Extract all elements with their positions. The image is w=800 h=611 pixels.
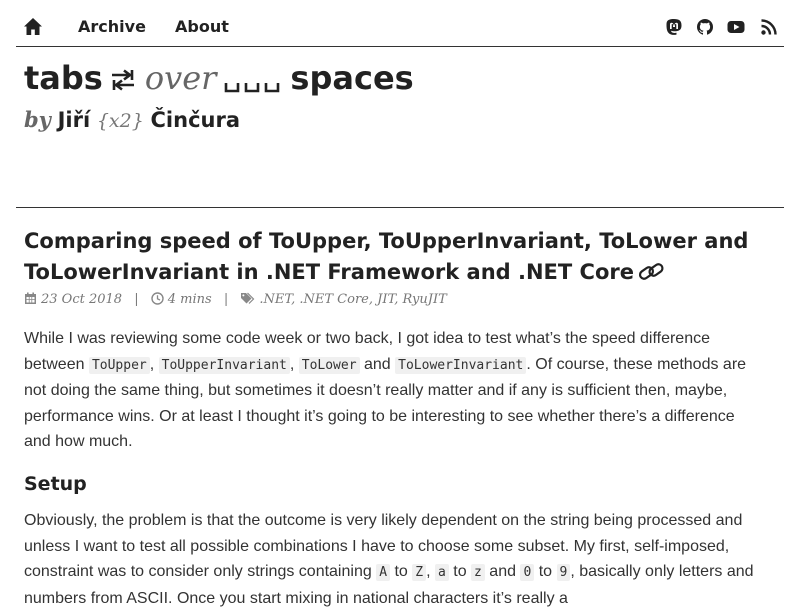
site-byline: by Jiří {x2} Činčura: [24, 107, 240, 132]
byline-by: by: [24, 107, 51, 132]
setup-paragraph: Obviously, the problem is that the outco…: [24, 508, 764, 611]
code-0: 0: [520, 564, 535, 581]
tags-icon: [241, 292, 255, 304]
meta-separator: |: [134, 292, 139, 307]
code-9: 9: [556, 564, 571, 581]
text-run: and: [359, 355, 396, 373]
github-icon[interactable]: [696, 18, 714, 36]
code-toupperinvariant: ToUpperInvariant: [158, 356, 290, 374]
code-a: a: [434, 564, 449, 581]
author-nickname: {x2}: [96, 110, 144, 132]
text-run: and: [484, 563, 521, 580]
text-run: ,: [149, 355, 159, 373]
setup-heading: Setup: [24, 473, 87, 495]
post-title: Comparing speed of ToUpper, ToUpperInvar…: [24, 226, 764, 288]
tab-arrows-icon: [111, 69, 134, 91]
link-icon[interactable]: [638, 262, 666, 282]
code-toupper: ToUpper: [88, 356, 150, 374]
author-last-name: Činčura: [150, 108, 241, 132]
text-run: ,: [289, 355, 299, 373]
meta-separator: |: [223, 292, 229, 307]
nav-about-link[interactable]: About: [175, 17, 229, 36]
code-tolower: ToLower: [298, 356, 360, 374]
text-run: to: [534, 563, 557, 580]
post-tags[interactable]: .NET, .NET Core, JIT, RyuJIT: [259, 292, 446, 307]
site-title-over: over: [144, 59, 217, 97]
post-reading-time: 4 mins: [167, 292, 212, 307]
youtube-icon[interactable]: [727, 18, 745, 36]
calendar-icon: [25, 292, 36, 304]
code-A: A: [376, 564, 391, 581]
site-title[interactable]: tabs over spaces: [24, 59, 414, 103]
header-divider: [16, 207, 784, 208]
text-run: to: [390, 563, 413, 580]
site-title-tabs: tabs: [24, 59, 103, 97]
text-run: ,: [426, 563, 435, 580]
mastodon-icon[interactable]: [665, 18, 683, 36]
top-navigation: Archive About: [16, 0, 784, 47]
text-run: to: [448, 563, 472, 580]
site-title-spaces: spaces: [290, 59, 414, 97]
post-meta: 23 Oct 2018 | 4 mins | .NET, .NET Core, …: [24, 292, 447, 307]
code-z: z: [471, 564, 485, 581]
rss-icon[interactable]: [760, 18, 778, 36]
nav-archive-link[interactable]: Archive: [78, 17, 146, 36]
code-Z: Z: [412, 564, 427, 581]
post-date: 23 Oct 2018: [41, 292, 123, 307]
code-tolowerinvariant: ToLowerInvariant: [395, 356, 527, 374]
space-symbols-icon: [225, 83, 280, 93]
intro-paragraph: While I was reviewing some code week or …: [24, 326, 764, 455]
author-first-name: Jiří: [57, 108, 91, 132]
home-icon[interactable]: [23, 17, 43, 37]
clock-icon: [151, 292, 164, 305]
